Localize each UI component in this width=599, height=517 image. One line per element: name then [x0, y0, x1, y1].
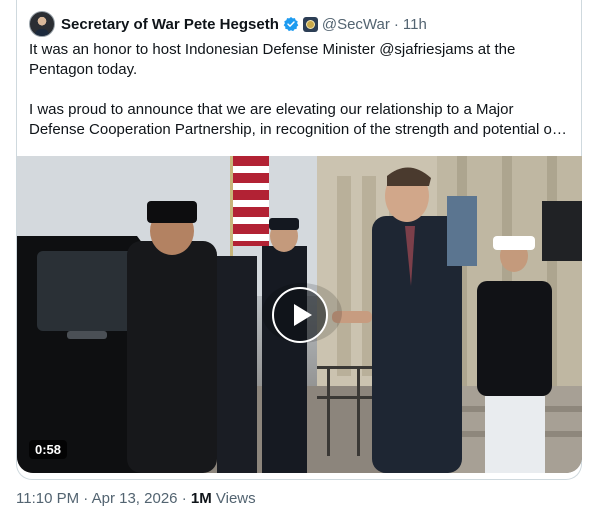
video-duration: 0:58 — [29, 440, 68, 459]
tweet-meta: 11:10 PM · Apr 13, 2026 · 1M Views — [16, 490, 256, 507]
verified-badge-icon — [283, 17, 299, 32]
post-date[interactable]: Apr 13, 2026 — [92, 490, 178, 507]
tweet-line: I was proud to announce that we are elev… — [29, 101, 514, 118]
author-handle[interactable]: @SecWar — [322, 16, 390, 33]
video-player[interactable]: 0:58 — [17, 156, 582, 473]
avatar[interactable] — [29, 11, 55, 37]
play-button[interactable] — [272, 287, 328, 343]
views-label: Views — [215, 490, 256, 507]
tweet-line: Pentagon today. — [29, 61, 138, 78]
tweet-text: It was an honor to host Indonesian Defen… — [29, 40, 571, 140]
play-icon — [293, 304, 312, 326]
tweet-line: It was an honor to host Indonesian Defen… — [29, 41, 516, 58]
tweet-header: Secretary of War Pete Hegseth @SecWar · … — [29, 10, 427, 38]
post-time[interactable]: 11h — [403, 16, 427, 33]
views-count: 1M — [190, 490, 212, 507]
org-badge-icon — [302, 16, 318, 32]
separator-dot: · — [181, 490, 191, 507]
tweet-card[interactable]: Secretary of War Pete Hegseth @SecWar · … — [16, 0, 582, 480]
separator-dot: · — [393, 15, 399, 33]
tweet-line: Defense Cooperation Partnership, in reco… — [29, 121, 567, 138]
separator-dot: · — [83, 490, 92, 507]
post-timestamp[interactable]: 11:10 PM — [16, 490, 79, 507]
author-name[interactable]: Secretary of War Pete Hegseth — [61, 16, 279, 33]
